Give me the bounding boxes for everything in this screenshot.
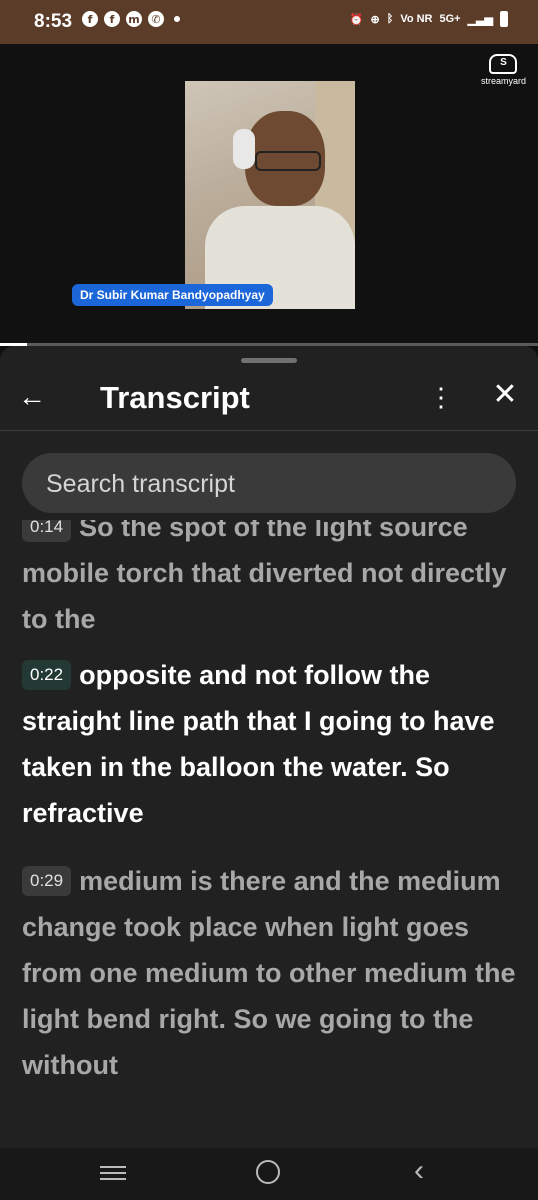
search-transcript-field[interactable] [22,453,516,515]
transcript-segment[interactable]: 0:29 medium is there and the medium chang… [22,858,522,1088]
header-divider [0,430,538,431]
panel-title: Transcript [100,380,250,415]
facebook-icon: f [82,11,98,27]
segment-text: medium is there and the medium change to… [22,866,516,1080]
battery-icon [500,11,508,27]
whatsapp-icon: ✆ [148,11,164,27]
system-nav-bar: ‹ [0,1148,538,1200]
notification-icons: f f m ✆ [82,11,180,27]
headset-icon [233,129,255,169]
more-options-icon[interactable]: ⋮ [428,382,454,412]
alarm-icon: ⏰ [349,13,364,26]
bluetooth-icon: ᛒ [386,13,394,25]
system-icons: ⏰ ⊕ ᛒ Vo NR 5G+ ▁▃▅ [350,11,508,27]
speaker-name-badge: Dr Subir Kumar Bandyopadhyay [72,284,273,306]
recent-apps-icon[interactable] [100,1162,126,1184]
streamyard-logo-text: streamyard [480,76,526,86]
facebook-icon: f [104,11,120,27]
segment-text: opposite and not follow the straight lin… [22,660,495,828]
sync-icon: ⊕ [370,13,380,26]
5g-icon: 5G+ [439,13,461,25]
status-time: 8:53 [34,11,73,32]
streamyard-logo: S streamyard [481,54,526,86]
segment-timestamp[interactable]: 0:22 [22,660,72,690]
segment-text: So the spot of the light source mobile t… [22,520,507,634]
vo-nr-icon: Vo NR [400,13,433,25]
segment-timestamp[interactable]: 0:29 [22,866,72,896]
glasses [255,151,321,171]
dot-icon [174,16,180,22]
back-arrow-icon[interactable]: ← [18,383,48,411]
signal-icon: ▁▃▅ [467,13,493,26]
transcript-segment-active[interactable]: 0:22 opposite and not follow the straight… [22,652,522,836]
speaker-video-frame [185,81,355,309]
transcript-list[interactable]: 0:14 So the spot of the light source mobi… [0,520,538,1140]
drag-handle[interactable] [241,358,297,363]
close-icon[interactable]: ✕ [490,380,520,410]
transcript-panel: ← Transcript ⋮ ✕ 0:14So the spot of the … [0,346,538,1200]
home-icon[interactable] [256,1160,280,1184]
transcript-header: ← Transcript ⋮ ✕ [0,364,538,430]
video-player[interactable]: S streamyard Dr Subir Kumar Bandyopadhya… [0,44,538,344]
streamyard-mark: S [489,54,518,74]
search-input[interactable] [44,453,498,515]
status-bar: 8:53 f f m ✆ ⏰ ⊕ ᛒ Vo NR 5G+ ▁▃▅ [0,0,538,44]
segment-timestamp[interactable]: 0:14 [22,520,72,542]
nav-back-icon[interactable]: ‹ [414,1154,424,1188]
transcript-segment[interactable]: 0:14 So the spot of the light source mobi… [22,520,522,642]
messenger-icon: m [126,11,142,27]
